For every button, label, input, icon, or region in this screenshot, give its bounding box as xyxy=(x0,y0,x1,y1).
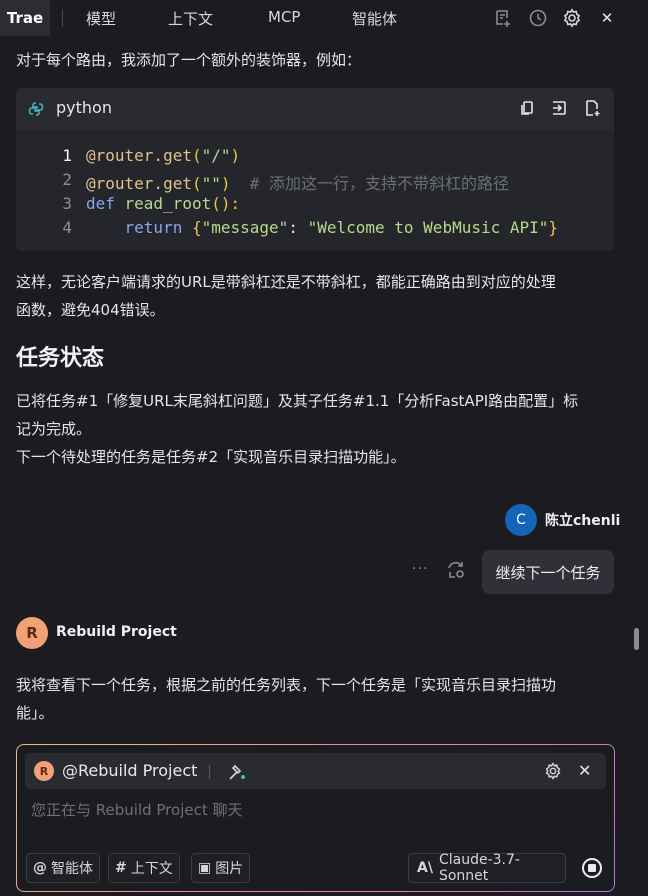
anthropic-icon: A\ xyxy=(417,860,433,876)
insert-code-icon[interactable] xyxy=(550,99,568,121)
code-token: read_root xyxy=(124,194,212,213)
build-tool-icon[interactable] xyxy=(227,762,247,786)
line-number: 2 xyxy=(62,170,72,189)
scrollbar-thumb[interactable] xyxy=(634,628,639,650)
line-number: 4 xyxy=(62,218,72,237)
agent-line-2: 能」。 xyxy=(16,704,54,722)
context-close-icon[interactable]: ✕ xyxy=(578,761,591,780)
copy-icon[interactable] xyxy=(518,99,536,121)
tab-agent[interactable]: 智能体 xyxy=(352,8,397,29)
code-line: 2 @router.get("") # 添加这一行，支持不带斜杠的路径 xyxy=(16,170,614,194)
model-selector[interactable]: A\ Claude-3.7-Sonnet xyxy=(408,852,566,884)
status-line-2: 记为完成。 xyxy=(16,420,92,438)
code-line: 4 return {"message": "Welcome to WebMusi… xyxy=(16,218,614,242)
at-icon: @ xyxy=(33,860,47,876)
code-token: ) xyxy=(220,174,231,193)
divider xyxy=(62,9,63,27)
code-source: @router.get("") # 添加这一行，支持不带斜杠的路径 xyxy=(86,170,509,194)
code-token: } xyxy=(548,218,559,237)
user-message-bubble: 继续下一个任务 xyxy=(482,550,614,594)
message-intro: 对于每个路由，我添加了一个额外的装饰器，例如： xyxy=(16,51,362,69)
explanation-line-1: 这样，无论客户端请求的URL是带斜杠还是不带斜杠，都能正确路由到对应的处理 xyxy=(16,273,556,291)
top-bar: Trae 模型 上下文 MCP 智能体 ✕ xyxy=(0,0,648,36)
line-number: 1 xyxy=(62,146,72,165)
code-token: def xyxy=(86,194,125,213)
code-token: (): xyxy=(211,194,241,213)
context-button[interactable]: # 上下文 xyxy=(108,853,180,883)
agent-mention-button[interactable]: @ 智能体 xyxy=(26,853,100,883)
new-chat-icon[interactable] xyxy=(492,7,514,29)
close-icon[interactable]: ✕ xyxy=(596,7,618,29)
model-name: Claude-3.7-Sonnet xyxy=(438,852,520,884)
status-line-3: 下一个待处理的任务是任务#2「实现音乐目录扫描功能」。 xyxy=(16,448,406,466)
section-title: 任务状态 xyxy=(16,346,105,371)
code-token: "/" xyxy=(201,146,231,165)
context-settings-icon[interactable] xyxy=(544,762,562,784)
code-source: return {"message": "Welcome to WebMusic … xyxy=(86,218,559,237)
code-token: ) xyxy=(230,146,241,165)
explanation-line-2: 函数，避免404错误。 xyxy=(16,301,165,319)
context-button-label: 上下文 xyxy=(130,861,173,877)
agent-line-1: 我将查看下一个任务，根据之前的任务列表，下一个任务是「实现音乐目录扫描功 xyxy=(16,676,557,694)
user-avatar: C xyxy=(505,504,537,536)
code-block: python 1 @router.get("/") 2 @router.get("")… xyxy=(16,88,614,251)
code-token: { xyxy=(191,218,202,237)
chat-input-placeholder[interactable]: 您正在与 Rebuild Project 聊天 xyxy=(31,799,243,820)
history-icon[interactable] xyxy=(527,7,549,29)
stop-icon xyxy=(588,864,596,872)
code-token: @router.get xyxy=(86,174,192,193)
hash-icon: # xyxy=(115,860,127,876)
code-token: @router.get xyxy=(86,146,192,165)
image-button-label: 图片 xyxy=(215,861,244,877)
line-number: 3 xyxy=(62,194,72,213)
context-agent-name[interactable]: @Rebuild Project xyxy=(62,761,197,780)
more-options-icon[interactable]: ··· xyxy=(412,561,428,577)
code-token: # 添加这一行，支持不带斜杠的路径 xyxy=(249,174,510,193)
code-token: "message" xyxy=(201,218,289,237)
code-token: : xyxy=(288,218,308,237)
code-block-header: python xyxy=(16,88,614,130)
context-agent-avatar: R xyxy=(34,761,54,781)
apply-file-icon[interactable] xyxy=(583,99,601,121)
tab-model[interactable]: 模型 xyxy=(86,8,116,29)
python-icon xyxy=(28,101,44,121)
code-token: ( xyxy=(191,174,202,193)
context-bar: R @Rebuild Project ✕ xyxy=(25,753,606,789)
chat-input-container: R @Rebuild Project ✕ 您正在与 Rebuild Projec… xyxy=(16,744,615,892)
stop-button[interactable] xyxy=(582,858,602,878)
brand-tab[interactable]: Trae xyxy=(0,0,50,36)
resend-icon[interactable] xyxy=(446,560,466,584)
code-token: "Welcome to WebMusic API" xyxy=(307,218,549,237)
tab-context[interactable]: 上下文 xyxy=(168,8,213,29)
user-name: 陈立chenli xyxy=(545,513,621,529)
agent-mention-label: 智能体 xyxy=(51,861,93,877)
agent-avatar: R xyxy=(16,617,48,649)
code-token: ( xyxy=(191,146,202,165)
code-language-label: python xyxy=(56,98,112,117)
code-token: return xyxy=(124,218,192,237)
code-token: "" xyxy=(201,174,221,193)
code-line: 3 def read_root(): xyxy=(16,194,614,218)
image-icon: ▣ xyxy=(198,860,212,876)
image-button[interactable]: ▣ 图片 xyxy=(191,853,251,883)
code-source: @router.get("/") xyxy=(86,146,240,165)
chat-input-inner: R @Rebuild Project ✕ 您正在与 Rebuild Projec… xyxy=(17,745,614,891)
code-line: 1 @router.get("/") xyxy=(16,146,614,170)
status-line-1: 已将任务#1「修复URL末尾斜杠问题」及其子任务#1.1「分析FastAPI路由… xyxy=(16,392,579,410)
tab-mcp[interactable]: MCP xyxy=(268,8,300,26)
divider xyxy=(209,765,210,779)
agent-name: Rebuild Project xyxy=(56,624,177,640)
code-source: def read_root(): xyxy=(86,194,240,213)
settings-gear-icon[interactable] xyxy=(561,7,583,29)
